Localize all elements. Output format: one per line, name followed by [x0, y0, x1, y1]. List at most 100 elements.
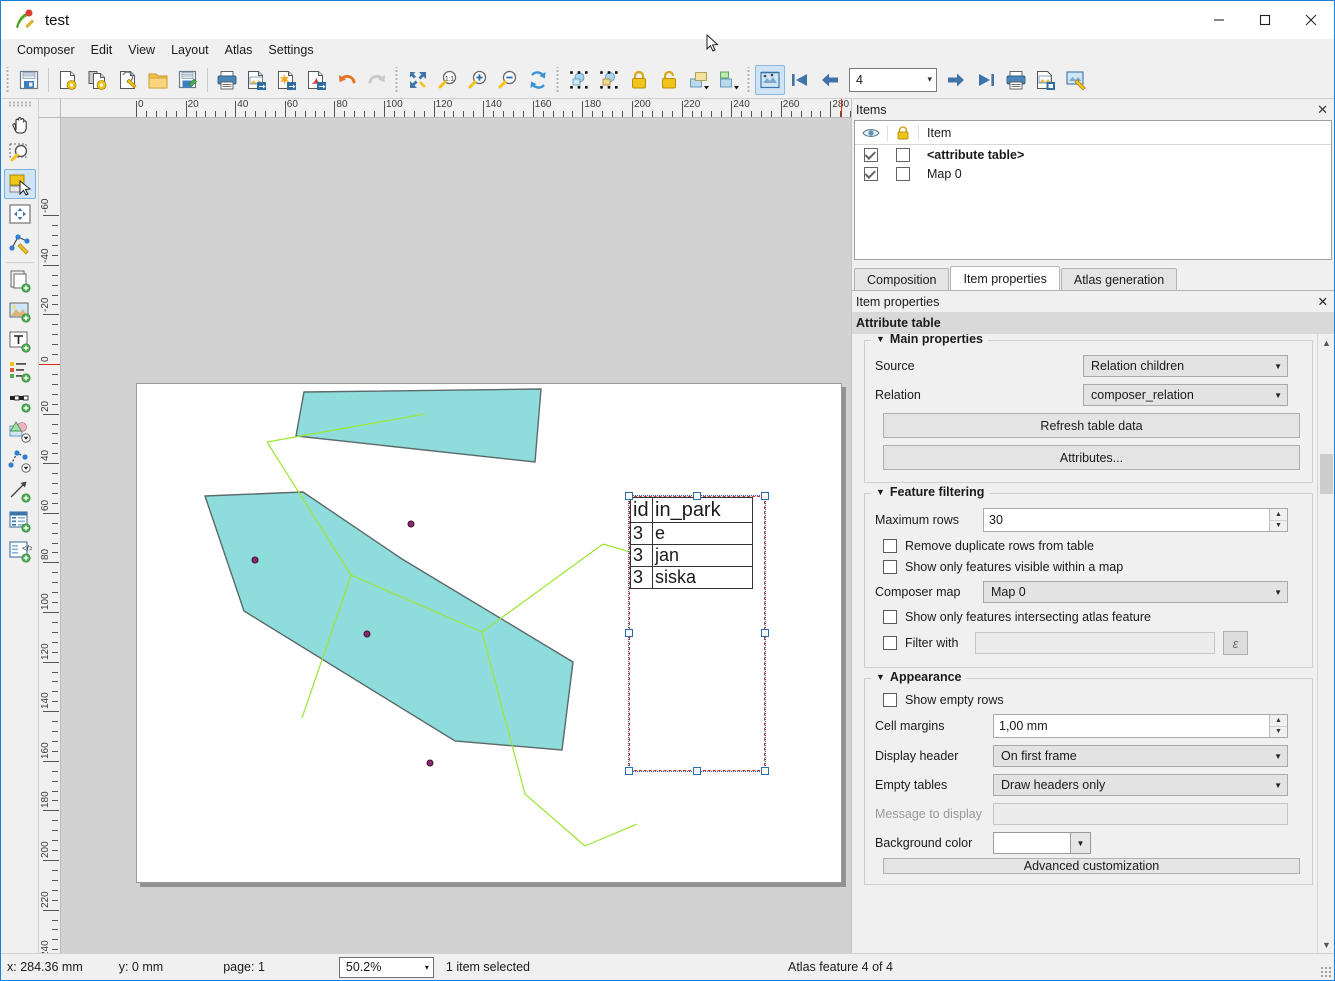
background-color-button[interactable]: [993, 832, 1071, 854]
attribute-table-item[interactable]: id in_park 3 e 3 jan 3 siska: [625, 492, 769, 775]
align-items-icon[interactable]: [714, 65, 744, 95]
raise-items-icon[interactable]: [684, 65, 714, 95]
toolbar-grip-4[interactable]: [746, 66, 753, 93]
composer-map-combo[interactable]: Map 0 ▼: [983, 581, 1288, 603]
menu-composer[interactable]: Composer: [9, 41, 83, 59]
add-attribute-table-tool[interactable]: [4, 506, 36, 536]
tool-palette-grip[interactable]: [7, 101, 32, 107]
item-visibility-checkbox[interactable]: [855, 166, 887, 181]
export-svg-icon[interactable]: [272, 65, 302, 95]
move-item-content-tool[interactable]: [4, 199, 36, 229]
attributes-button[interactable]: Attributes...: [883, 445, 1300, 470]
display-header-combo[interactable]: On first frame ▼: [993, 745, 1288, 767]
redo-icon[interactable]: [362, 65, 392, 95]
zoom-tool[interactable]: [4, 139, 36, 169]
zoom-full-icon[interactable]: [403, 65, 433, 95]
duplicate-composer-icon[interactable]: [83, 65, 113, 95]
remove-duplicate-rows-checkbox[interactable]: [883, 539, 897, 553]
message-to-display-input[interactable]: [993, 803, 1288, 825]
intersecting-atlas-checkbox[interactable]: [883, 610, 897, 624]
add-scalebar-tool[interactable]: [4, 386, 36, 416]
filter-with-input[interactable]: [975, 632, 1215, 654]
add-html-frame-tool[interactable]: </>: [4, 536, 36, 566]
expression-icon[interactable]: ε: [1223, 631, 1248, 655]
maximum-rows-spinbox[interactable]: 30 ▲ ▼: [983, 508, 1288, 532]
list-item[interactable]: <attribute table>: [855, 145, 1331, 164]
relation-combo[interactable]: composer_relation ▼: [1083, 384, 1288, 406]
item-visibility-checkbox[interactable]: [855, 147, 887, 162]
new-composer-icon[interactable]: [53, 65, 83, 95]
add-map-tool[interactable]: [4, 296, 36, 326]
toolbar-grip-3[interactable]: [555, 66, 562, 93]
list-item[interactable]: Map 0: [855, 164, 1331, 183]
spinner-up-icon[interactable]: ▲: [1270, 715, 1287, 727]
group-feature-filtering-title[interactable]: ▼ Feature filtering: [871, 485, 990, 499]
spinner-up-icon[interactable]: ▲: [1270, 509, 1287, 521]
atlas-print-icon[interactable]: [1001, 65, 1031, 95]
export-image-icon[interactable]: [242, 65, 272, 95]
close-icon[interactable]: ✕: [1318, 294, 1328, 309]
save-project-icon[interactable]: [14, 65, 44, 95]
properties-scrollbar[interactable]: ▲ ▼: [1317, 334, 1334, 953]
resize-handle-e[interactable]: [761, 629, 769, 637]
resize-grip[interactable]: [1320, 966, 1332, 978]
load-template-icon[interactable]: [143, 65, 173, 95]
add-node-item-tool[interactable]: [4, 446, 36, 476]
source-combo[interactable]: Relation children ▼: [1083, 355, 1288, 377]
composer-page[interactable]: id in_park 3 e 3 jan 3 siska: [136, 383, 842, 883]
show-empty-rows-checkbox[interactable]: [883, 693, 897, 707]
group-appearance-title[interactable]: ▼ Appearance: [871, 670, 967, 684]
add-label-tool[interactable]: [4, 326, 36, 356]
ungroup-items-icon[interactable]: [594, 65, 624, 95]
menu-settings[interactable]: Settings: [260, 41, 321, 59]
maximize-button[interactable]: [1242, 1, 1288, 39]
resize-handle-n[interactable]: [693, 492, 701, 500]
menu-edit[interactable]: Edit: [83, 41, 121, 59]
tab-item-properties[interactable]: Item properties: [950, 266, 1060, 290]
resize-handle-se[interactable]: [761, 767, 769, 775]
atlas-prev-feature-icon[interactable]: [815, 65, 845, 95]
empty-tables-combo[interactable]: Draw headers only ▼: [993, 774, 1288, 796]
menu-atlas[interactable]: Atlas: [217, 41, 261, 59]
close-icon[interactable]: ✕: [1317, 103, 1328, 116]
tab-atlas-generation[interactable]: Atlas generation: [1060, 268, 1178, 290]
add-legend-tool[interactable]: [4, 356, 36, 386]
cell-margins-spinbox[interactable]: 1,00 mm ▲ ▼: [993, 714, 1288, 738]
atlas-first-feature-icon[interactable]: [785, 65, 815, 95]
item-lock-checkbox[interactable]: [887, 147, 919, 162]
atlas-next-feature-icon[interactable]: [941, 65, 971, 95]
toolbar-grip[interactable]: [5, 66, 12, 93]
scroll-up-icon[interactable]: ▲: [1318, 334, 1334, 351]
save-template-icon[interactable]: [173, 65, 203, 95]
minimize-button[interactable]: [1196, 1, 1242, 39]
zoom-out-icon[interactable]: [493, 65, 523, 95]
group-items-icon[interactable]: [564, 65, 594, 95]
resize-handle-sw[interactable]: [625, 767, 633, 775]
resize-handle-w[interactable]: [625, 629, 633, 637]
close-button[interactable]: [1288, 1, 1334, 39]
group-main-properties-title[interactable]: ▼ Main properties: [871, 334, 988, 346]
undo-icon[interactable]: [332, 65, 362, 95]
add-page-tool[interactable]: [4, 266, 36, 296]
export-pdf-icon[interactable]: [302, 65, 332, 95]
advanced-customization-button[interactable]: Advanced customization: [883, 858, 1300, 874]
edit-nodes-tool[interactable]: [4, 229, 36, 259]
item-lock-checkbox[interactable]: [887, 166, 919, 181]
visible-within-map-checkbox[interactable]: [883, 560, 897, 574]
refresh-view-icon[interactable]: [523, 65, 553, 95]
menu-layout[interactable]: Layout: [163, 41, 217, 59]
add-shape-tool[interactable]: [4, 416, 36, 446]
zoom-in-icon[interactable]: [463, 65, 493, 95]
add-arrow-tool[interactable]: [4, 476, 36, 506]
atlas-preview-icon[interactable]: [755, 64, 785, 95]
chevron-down-icon[interactable]: ▼: [1071, 832, 1091, 854]
select-move-item-tool[interactable]: [3, 169, 36, 199]
zoom-level-combo[interactable]: 50.2% ▾: [338, 956, 434, 978]
resize-handle-s[interactable]: [693, 767, 701, 775]
scrollbar-thumb[interactable]: [1320, 454, 1333, 494]
spinner-arrows[interactable]: ▲ ▼: [1269, 715, 1287, 737]
atlas-last-feature-icon[interactable]: [971, 65, 1001, 95]
lock-items-icon[interactable]: [624, 65, 654, 95]
print-icon[interactable]: [212, 65, 242, 95]
resize-handle-ne[interactable]: [761, 492, 769, 500]
